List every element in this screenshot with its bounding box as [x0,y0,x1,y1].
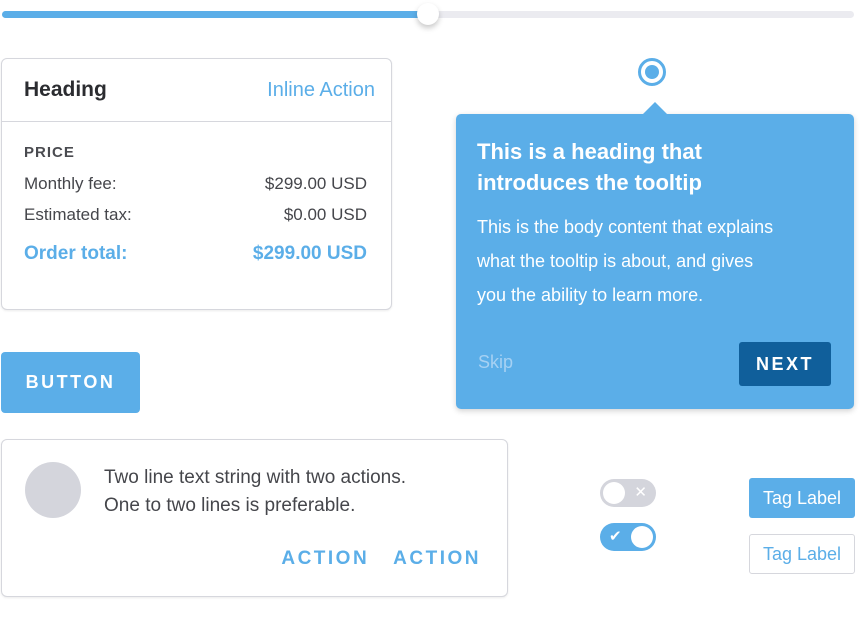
tooltip-skip-link[interactable]: Skip [478,352,513,373]
avatar [25,462,81,518]
inline-action-link[interactable]: Inline Action [267,79,375,102]
price-row-value: $0.00 USD [283,205,367,224]
tooltip-heading-line: introduces the tooltip [477,170,702,195]
price-row-monthly-fee: Monthly fee: $299.00 USD [24,173,367,204]
list-card: Two line text string with two actions. O… [1,439,508,597]
slider-thumb[interactable] [417,3,439,25]
toggle-knob [603,482,625,504]
tooltip-arrow [643,102,667,114]
tooltip: This is a heading that introduces the to… [456,102,854,409]
list-card-line-1: Two line text string with two actions. [104,467,407,488]
list-card-action-2-button[interactable]: ACTION [393,548,481,570]
order-total-row: Order total: $299.00 USD [24,243,367,265]
list-card-actions: ACTION ACTION [281,548,481,570]
price-card-header: Heading Inline Action [2,59,391,122]
toggle-knob [631,526,653,548]
close-icon: ✕ [634,484,647,501]
tooltip-body-line: This is the body content that explains [477,217,774,237]
checkmark-icon: ✔ [609,528,622,545]
tooltip-heading-line: This is a heading that [477,139,702,164]
beacon-dot-icon [645,65,659,79]
list-card-action-1-button[interactable]: ACTION [281,548,369,570]
price-section-label: PRICE [24,144,75,161]
primary-button[interactable]: BUTTON [1,352,140,413]
tooltip-body: This is the body content that explains w… [477,210,837,312]
order-total-label: Order total: [24,243,128,264]
price-row-label: Monthly fee: [24,174,117,193]
price-card-heading: Heading [24,78,107,101]
slider[interactable] [2,3,854,25]
price-card: Heading Inline Action PRICE Monthly fee:… [1,58,392,310]
tooltip-heading: This is a heading that introduces the to… [477,136,777,198]
tag-filled[interactable]: Tag Label [749,478,855,518]
list-card-text: Two line text string with two actions. O… [104,464,406,520]
tooltip-body-line: what the tooltip is about, and gives [477,251,754,271]
tooltip-next-button[interactable]: NEXT [739,342,831,386]
tooltip-body-line: you the ability to learn more. [477,285,704,305]
tooltip-beacon[interactable] [638,58,666,86]
toggle-off[interactable]: ✕ [600,479,656,507]
tag-outline[interactable]: Tag Label [749,534,855,574]
slider-fill [2,11,428,18]
price-card-body: PRICE Monthly fee: $299.00 USD Estimated… [2,122,391,265]
price-row-estimated-tax: Estimated tax: $0.00 USD [24,204,367,235]
price-row-value: $299.00 USD [264,174,367,193]
list-card-line-2: One to two lines is preferable. [104,495,356,516]
order-total-value: $299.00 USD [252,243,367,264]
price-row-label: Estimated tax: [24,205,132,224]
toggle-on[interactable]: ✔ [600,523,656,551]
